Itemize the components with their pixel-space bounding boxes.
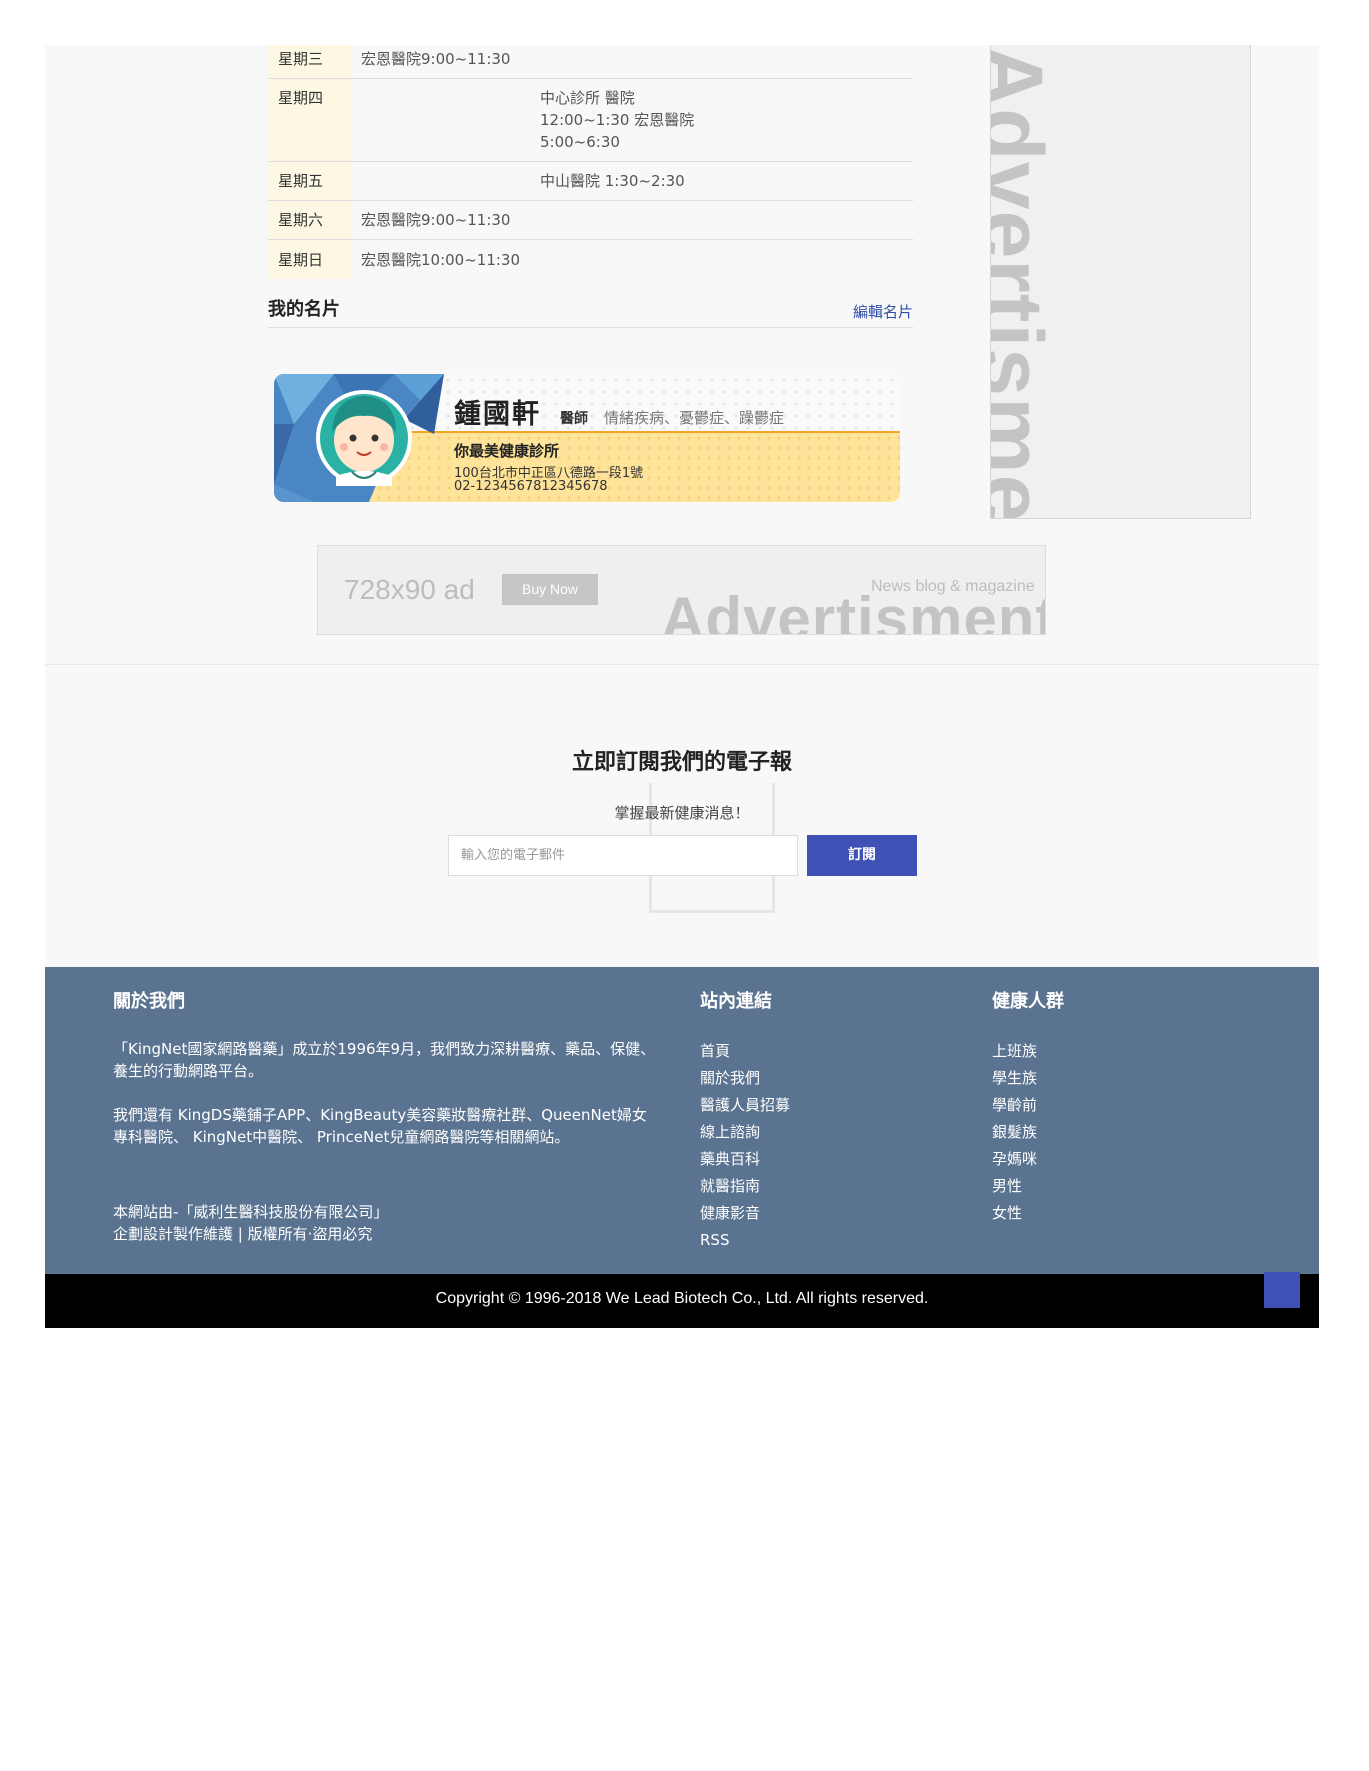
footer-group-link[interactable]: 上班族 <box>992 1038 1037 1065</box>
schedule-day: 星期五 <box>268 162 352 200</box>
schedule-afternoon <box>540 45 913 78</box>
schedule-line: 5:00~6:30 <box>540 133 620 151</box>
footer-about-text: 「KingNet國家網路醫藥」成立於1996年9月，我們致力深耕醫療、藥品、保健… <box>113 1038 658 1170</box>
banner-ad-size: 728x90 ad <box>344 574 475 605</box>
copyright-bar: Copyright © 1996-2018 We Lead Biotech Co… <box>45 1274 1319 1328</box>
card-section-header: 我的名片 編輯名片 <box>268 295 913 328</box>
schedule-row: 星期五 中山醫院 1:30~2:30 <box>268 162 913 201</box>
schedule-afternoon: 中心診所 醫院 12:00~1:30 宏恩醫院 5:00~6:30 <box>540 79 913 161</box>
footer-groups-list: 上班族 學生族 學齡前 銀髮族 孕媽咪 男性 女性 <box>992 1038 1037 1227</box>
schedule-morning: 宏恩醫院9:00~11:30 <box>361 50 511 68</box>
copyright-text: Copyright © 1996-2018 We Lead Biotech Co… <box>435 1290 929 1307</box>
section-divider <box>45 664 1319 665</box>
footer-company: 本網站由-「威利生醫科技股份有限公司」 企劃設計製作維護 | 版權所有‧盜用必究 <box>113 1201 388 1245</box>
footer-links-heading: 站內連結 <box>700 991 772 1012</box>
footer-about-heading: 關於我們 <box>113 991 185 1012</box>
footer-link[interactable]: 關於我們 <box>700 1065 790 1092</box>
schedule-afternoon: 中山醫院 1:30~2:30 <box>540 172 685 190</box>
clinic-name: 你最美健康診所 <box>454 442 560 460</box>
doctor-name-card: 鍾國軒 醫師 情緒疾病、憂鬱症、躁鬱症 你最美健康診所 100台北市中正區八德路… <box>274 374 900 502</box>
footer-company-line: 本網站由-「威利生醫科技股份有限公司」 <box>113 1203 389 1221</box>
clinic-schedule-table: 星期三 宏恩醫院9:00~11:30 星期四 中心診所 醫院 12:00~1:3… <box>268 45 913 279</box>
newsletter-title: 立即訂閱我們的電子報 <box>571 750 792 775</box>
sidebar-advertisement[interactable]: Advertisment <box>990 45 1251 519</box>
footer-company-line: 企劃設計製作維護 | 版權所有‧盜用必究 <box>113 1225 373 1243</box>
footer-link[interactable]: 藥典百科 <box>700 1146 790 1173</box>
subscribe-button[interactable]: 訂閱 <box>807 835 917 876</box>
footer-about-para: 我們還有 KingDS藥鋪子APP、KingBeauty美容藥妝醫療社群、Que… <box>113 1106 647 1146</box>
schedule-day: 星期六 <box>268 201 352 239</box>
schedule-day: 星期三 <box>268 45 352 78</box>
footer-link[interactable]: 醫護人員招募 <box>700 1092 790 1119</box>
footer-group-link[interactable]: 學齡前 <box>992 1092 1037 1119</box>
footer-group-link[interactable]: 銀髮族 <box>992 1119 1037 1146</box>
schedule-row: 星期三 宏恩醫院9:00~11:30 <box>268 45 913 79</box>
footer-link[interactable]: 就醫指南 <box>700 1173 790 1200</box>
footer-links-list: 首頁 關於我們 醫護人員招募 線上諮詢 藥典百科 就醫指南 健康影音 RSS <box>700 1038 790 1254</box>
footer-group-link[interactable]: 學生族 <box>992 1065 1037 1092</box>
doctor-specialties: 情緒疾病、憂鬱症、躁鬱症 <box>604 409 785 427</box>
doctor-role: 醫師 <box>560 411 588 427</box>
schedule-afternoon <box>540 240 913 279</box>
schedule-morning: 宏恩醫院10:00~11:30 <box>361 251 521 269</box>
newsletter-email-input[interactable]: 輸入您的電子郵件 <box>448 835 798 876</box>
schedule-day: 星期四 <box>268 79 352 161</box>
site-footer: 關於我們 「KingNet國家網路醫藥」成立於1996年9月，我們致力深耕醫療、… <box>45 967 1319 1274</box>
newsletter-subtitle: 掌握最新健康消息！ <box>614 804 750 822</box>
card-section-title: 我的名片 <box>268 299 340 320</box>
footer-link[interactable]: 線上諮詢 <box>700 1119 790 1146</box>
footer-group-link[interactable]: 孕媽咪 <box>992 1146 1037 1173</box>
schedule-morning: 宏恩醫院9:00~11:30 <box>361 211 511 229</box>
schedule-row: 星期四 中心診所 醫院 12:00~1:30 宏恩醫院 5:00~6:30 <box>268 79 913 162</box>
footer-about-para: 「KingNet國家網路醫藥」成立於1996年9月，我們致力深耕醫療、藥品、保健… <box>113 1040 656 1080</box>
schedule-morning <box>352 79 540 161</box>
footer-link[interactable]: 首頁 <box>700 1038 790 1065</box>
schedule-day: 星期日 <box>268 240 352 279</box>
schedule-line: 12:00~1:30 宏恩醫院 <box>540 111 695 129</box>
footer-link[interactable]: 健康影音 <box>700 1200 790 1227</box>
schedule-afternoon <box>540 201 913 239</box>
footer-group-link[interactable]: 男性 <box>992 1173 1037 1200</box>
buy-now-button[interactable]: Buy Now <box>502 574 598 605</box>
edit-card-link[interactable]: 編輯名片 <box>853 301 913 322</box>
schedule-row: 星期六 宏恩醫院9:00~11:30 <box>268 201 913 240</box>
footer-link[interactable]: RSS <box>700 1227 790 1254</box>
doctor-avatar-art <box>274 374 444 502</box>
doctor-name: 鍾國軒 <box>454 399 541 430</box>
banner-ad-tagline: News blog & magazine <box>871 578 1035 595</box>
sidebar-ad-text: Advertisment <box>990 45 1060 519</box>
page-content: 星期三 宏恩醫院9:00~11:30 星期四 中心診所 醫院 12:00~1:3… <box>45 45 1319 1328</box>
clinic-phone: 02-1234567812345678 <box>454 479 608 494</box>
banner-advertisement[interactable]: 728x90 ad Buy Now Advertisment News blog… <box>317 545 1046 635</box>
footer-group-link[interactable]: 女性 <box>992 1200 1037 1227</box>
schedule-morning <box>352 162 540 200</box>
schedule-line: 中心診所 醫院 <box>540 89 635 107</box>
footer-groups-heading: 健康人群 <box>992 991 1064 1012</box>
schedule-row: 星期日 宏恩醫院10:00~11:30 <box>268 240 913 279</box>
back-to-top-button[interactable] <box>1264 1272 1300 1308</box>
